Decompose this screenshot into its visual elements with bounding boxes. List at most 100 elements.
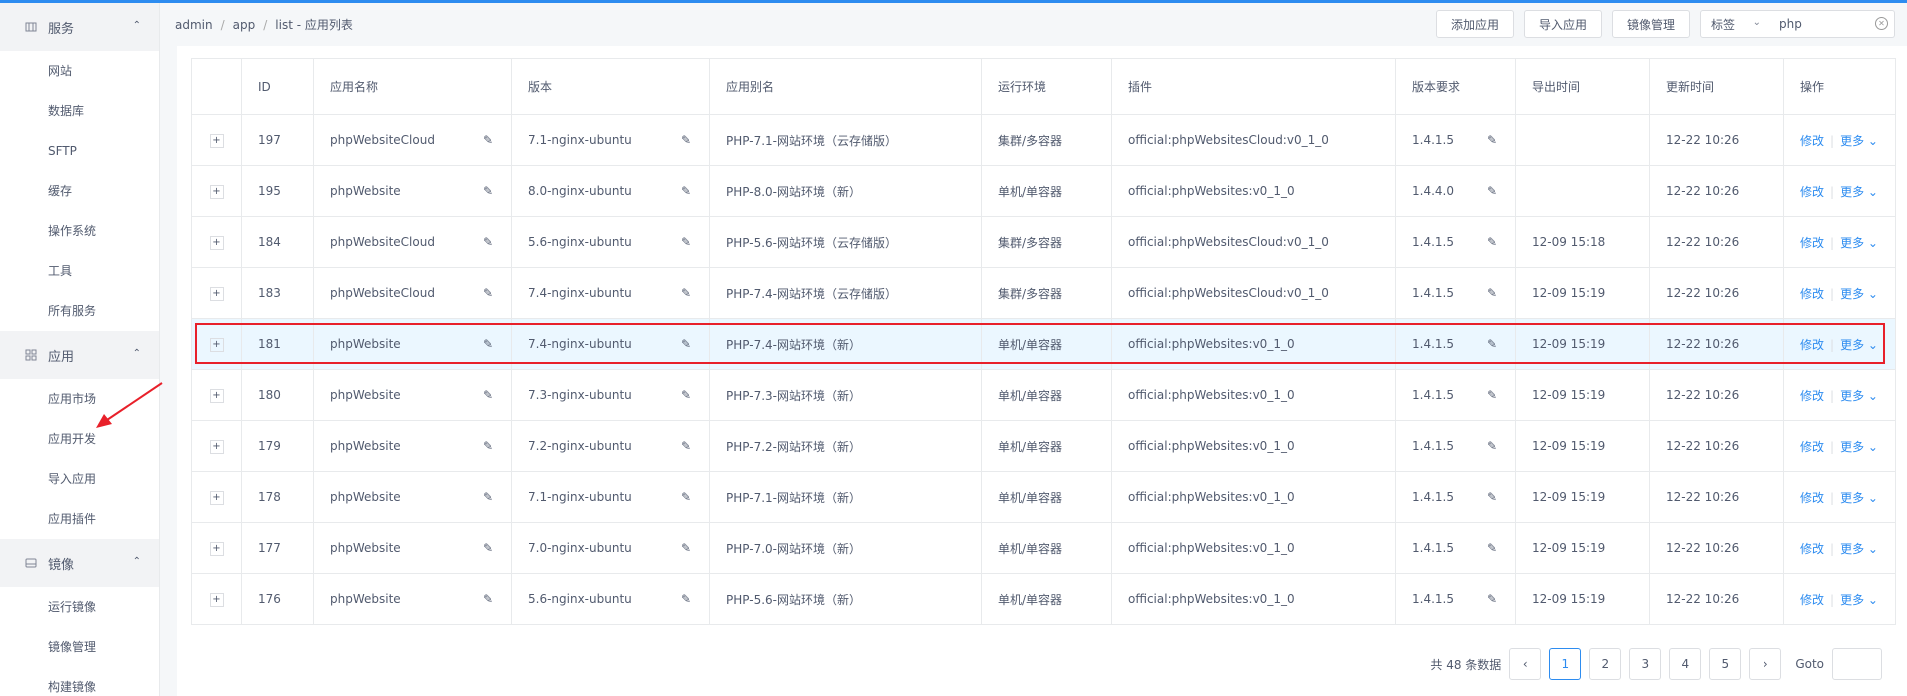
edit-pencil-icon[interactable]: ✎ — [1487, 490, 1497, 504]
edit-link[interactable]: 修改 — [1800, 542, 1824, 556]
page-button[interactable]: 3 — [1629, 648, 1662, 680]
sidebar-section-apps[interactable]: 应用 ⌃ — [0, 331, 159, 379]
edit-pencil-icon[interactable]: ✎ — [1487, 388, 1497, 402]
page-button[interactable]: 1 — [1549, 648, 1582, 680]
edit-link[interactable]: 修改 — [1800, 287, 1824, 301]
edit-pencil-icon[interactable]: ✎ — [1487, 133, 1497, 147]
sidebar-item-sftp[interactable]: SFTP — [0, 131, 159, 171]
table-row[interactable]: +177 phpWebsite ✎ 7.0-nginx-ubuntu ✎ PHP-7.0-… — [191, 522, 1896, 574]
edit-pencil-icon[interactable]: ✎ — [483, 439, 493, 453]
edit-pencil-icon[interactable]: ✎ — [483, 286, 493, 300]
page-button[interactable]: 2 — [1589, 648, 1622, 680]
sidebar-section-images[interactable]: 镜像 ⌃ — [0, 539, 159, 587]
import-app-button[interactable]: 导入应用 — [1523, 10, 1602, 38]
edit-pencil-icon[interactable]: ✎ — [1487, 439, 1497, 453]
edit-pencil-icon[interactable]: ✎ — [681, 133, 691, 147]
goto-input[interactable] — [1832, 648, 1882, 680]
more-link[interactable]: 更多 ⌄ — [1840, 542, 1878, 556]
more-link[interactable]: 更多 ⌄ — [1840, 491, 1878, 505]
more-link[interactable]: 更多 ⌄ — [1840, 593, 1878, 607]
more-link[interactable]: 更多 ⌄ — [1840, 185, 1878, 199]
edit-pencil-icon[interactable]: ✎ — [681, 235, 691, 249]
sidebar-item-image-manage[interactable]: 镜像管理 — [0, 627, 159, 667]
sidebar-item-website[interactable]: 网站 — [0, 51, 159, 91]
breadcrumb-item[interactable]: app — [233, 18, 256, 32]
edit-pencil-icon[interactable]: ✎ — [483, 337, 493, 351]
search-input[interactable]: php ✕ — [1769, 10, 1895, 38]
edit-pencil-icon[interactable]: ✎ — [681, 388, 691, 402]
expand-icon[interactable]: + — [209, 185, 224, 199]
add-app-button[interactable]: 添加应用 — [1435, 10, 1514, 38]
edit-pencil-icon[interactable]: ✎ — [681, 286, 691, 300]
more-link[interactable]: 更多 ⌄ — [1840, 338, 1878, 352]
sidebar-item-cache[interactable]: 缓存 — [0, 171, 159, 211]
breadcrumb-item[interactable]: admin — [175, 18, 213, 32]
more-link[interactable]: 更多 ⌄ — [1840, 287, 1878, 301]
table-row[interactable]: +176 phpWebsite ✎ 5.6-nginx-ubuntu ✎ PHP-5.6-… — [191, 573, 1896, 625]
edit-link[interactable]: 修改 — [1800, 593, 1824, 607]
expand-icon[interactable]: + — [209, 338, 224, 352]
edit-pencil-icon[interactable]: ✎ — [483, 133, 493, 147]
table-row[interactable]: +197 phpWebsiteCloud ✎ 7.1-nginx-ubuntu ✎ PHP… — [191, 114, 1896, 166]
expand-icon[interactable]: + — [209, 542, 224, 556]
more-link[interactable]: 更多 ⌄ — [1840, 440, 1878, 454]
expand-icon[interactable]: + — [209, 593, 224, 607]
table-row[interactable]: +179 phpWebsite ✎ 7.2-nginx-ubuntu ✎ PHP-7.2-… — [191, 420, 1896, 472]
edit-pencil-icon[interactable]: ✎ — [681, 439, 691, 453]
page-button[interactable]: 5 — [1709, 648, 1742, 680]
edit-link[interactable]: 修改 — [1800, 389, 1824, 403]
edit-pencil-icon[interactable]: ✎ — [483, 388, 493, 402]
table-row[interactable]: +178 phpWebsite ✎ 7.1-nginx-ubuntu ✎ PHP-7.1-… — [191, 471, 1896, 523]
table-row[interactable]: +180 phpWebsite ✎ 7.3-nginx-ubuntu ✎ PHP-7.3-… — [191, 369, 1896, 421]
sidebar-item-app-plugins[interactable]: 应用插件 — [0, 499, 159, 539]
edit-pencil-icon[interactable]: ✎ — [1487, 235, 1497, 249]
edit-pencil-icon[interactable]: ✎ — [681, 184, 691, 198]
page-button[interactable]: 4 — [1669, 648, 1702, 680]
more-link[interactable]: 更多 ⌄ — [1840, 389, 1878, 403]
table-row[interactable]: +181 phpWebsite ✎ 7.4-nginx-ubuntu ✎ PHP-7.4-… — [191, 318, 1896, 370]
expand-icon[interactable]: + — [209, 134, 224, 148]
edit-pencil-icon[interactable]: ✎ — [1487, 286, 1497, 300]
sidebar-item-build-image[interactable]: 构建镜像 — [0, 667, 159, 696]
next-page-button[interactable]: › — [1749, 648, 1782, 680]
edit-pencil-icon[interactable]: ✎ — [1487, 592, 1497, 606]
sidebar-item-os[interactable]: 操作系统 — [0, 211, 159, 251]
sidebar-item-run-image[interactable]: 运行镜像 — [0, 587, 159, 627]
expand-icon[interactable]: + — [209, 440, 224, 454]
edit-pencil-icon[interactable]: ✎ — [681, 541, 691, 555]
edit-pencil-icon[interactable]: ✎ — [681, 592, 691, 606]
edit-pencil-icon[interactable]: ✎ — [483, 490, 493, 504]
edit-pencil-icon[interactable]: ✎ — [483, 235, 493, 249]
edit-pencil-icon[interactable]: ✎ — [681, 337, 691, 351]
edit-link[interactable]: 修改 — [1800, 491, 1824, 505]
edit-link[interactable]: 修改 — [1800, 236, 1824, 250]
edit-pencil-icon[interactable]: ✎ — [1487, 337, 1497, 351]
sidebar-item-all-services[interactable]: 所有服务 — [0, 291, 159, 331]
sidebar-item-tools[interactable]: 工具 — [0, 251, 159, 291]
expand-icon[interactable]: + — [209, 389, 224, 403]
prev-page-button[interactable]: ‹ — [1509, 648, 1542, 680]
image-manage-button[interactable]: 镜像管理 — [1611, 10, 1690, 38]
clear-icon[interactable]: ✕ — [1875, 17, 1888, 30]
sidebar-item-import-app[interactable]: 导入应用 — [0, 459, 159, 499]
expand-icon[interactable]: + — [209, 236, 224, 250]
sidebar-section-services[interactable]: 服务 ⌃ — [0, 3, 159, 51]
table-row[interactable]: +183 phpWebsiteCloud ✎ 7.4-nginx-ubuntu ✎ PHP… — [191, 267, 1896, 319]
table-row[interactable]: +184 phpWebsiteCloud ✎ 5.6-nginx-ubuntu ✎ PHP… — [191, 216, 1896, 268]
edit-pencil-icon[interactable]: ✎ — [1487, 541, 1497, 555]
edit-pencil-icon[interactable]: ✎ — [483, 592, 493, 606]
more-link[interactable]: 更多 ⌄ — [1840, 134, 1878, 148]
edit-pencil-icon[interactable]: ✎ — [483, 541, 493, 555]
expand-icon[interactable]: + — [209, 491, 224, 505]
more-link[interactable]: 更多 ⌄ — [1840, 236, 1878, 250]
tag-select[interactable]: 标签 ⌄ — [1700, 10, 1770, 38]
sidebar-item-database[interactable]: 数据库 — [0, 91, 159, 131]
edit-link[interactable]: 修改 — [1800, 338, 1824, 352]
edit-link[interactable]: 修改 — [1800, 440, 1824, 454]
edit-pencil-icon[interactable]: ✎ — [483, 184, 493, 198]
edit-pencil-icon[interactable]: ✎ — [681, 490, 691, 504]
edit-link[interactable]: 修改 — [1800, 134, 1824, 148]
edit-link[interactable]: 修改 — [1800, 185, 1824, 199]
expand-icon[interactable]: + — [209, 287, 224, 301]
table-row[interactable]: +195 phpWebsite ✎ 8.0-nginx-ubuntu ✎ PHP-8.0-… — [191, 165, 1896, 217]
